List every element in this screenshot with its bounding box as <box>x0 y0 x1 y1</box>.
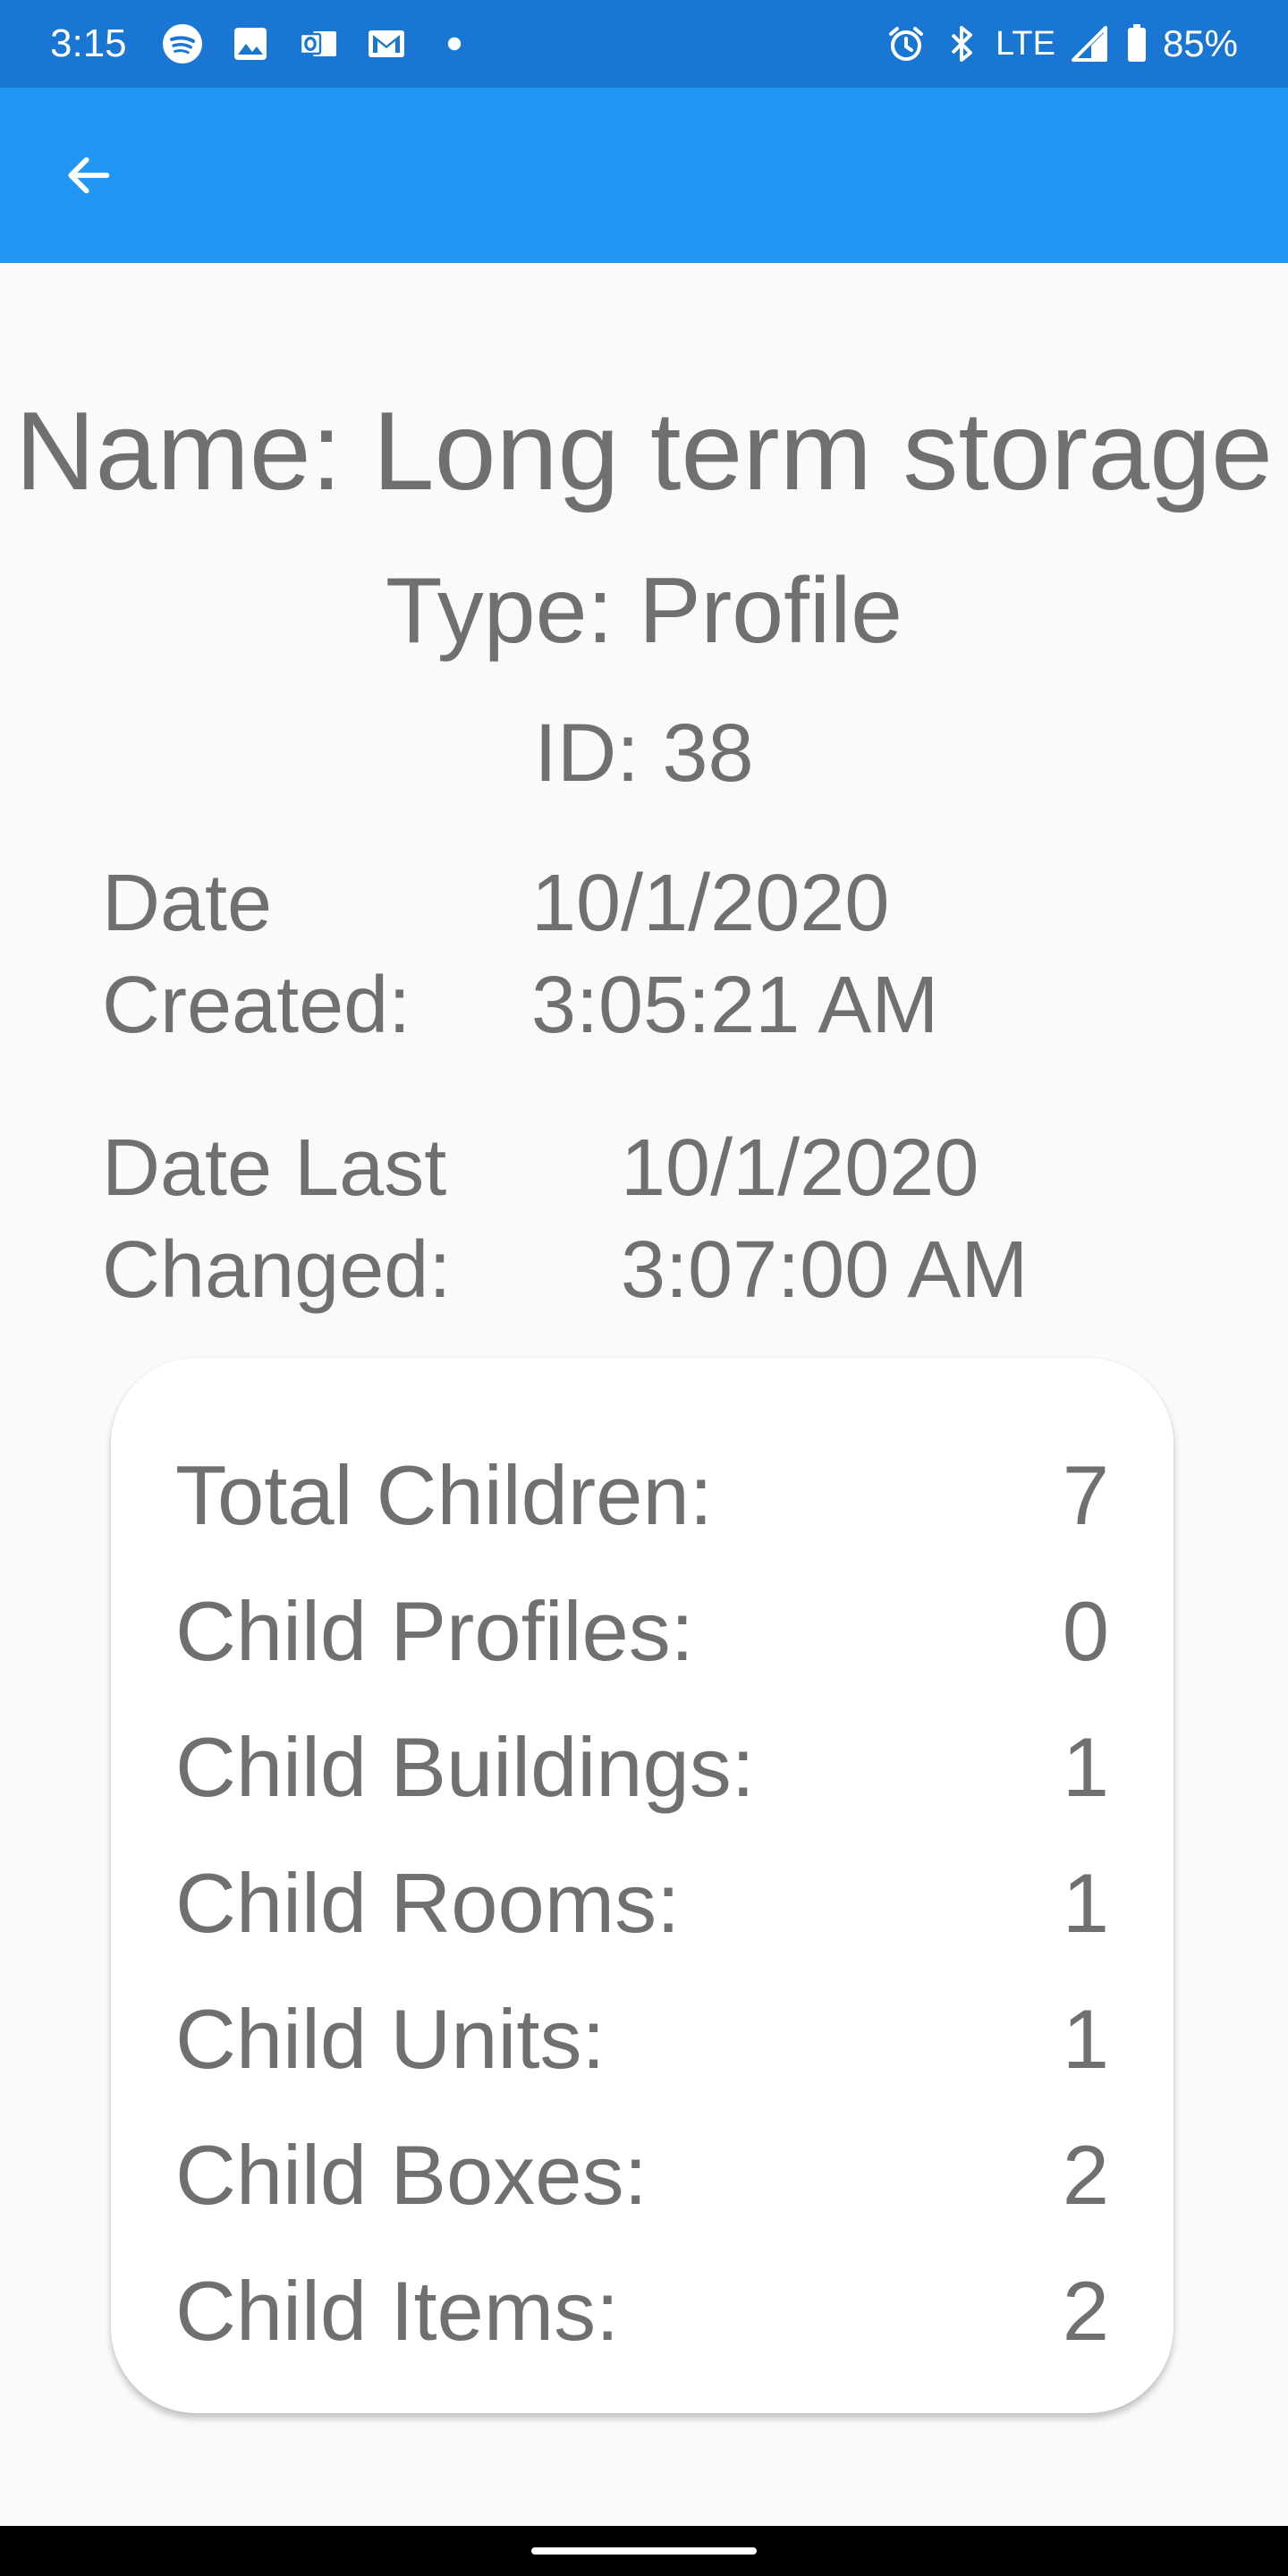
stat-value: 7 <box>1062 1448 1109 1542</box>
app-bar <box>0 88 1288 263</box>
stat-row-child-profiles: Child Profiles: 0 <box>175 1569 1109 1694</box>
stat-value: 1 <box>1062 1720 1109 1814</box>
back-button[interactable] <box>47 134 129 216</box>
notification-dot-icon <box>433 22 476 65</box>
system-navigation-bar <box>0 2526 1288 2576</box>
bluetooth-icon <box>940 22 983 65</box>
stat-label: Child Boxes: <box>175 2128 648 2222</box>
stat-label: Child Buildings: <box>175 1720 755 1814</box>
stat-row-child-rooms: Child Rooms: 1 <box>175 1841 1109 1966</box>
alarm-icon <box>885 22 928 65</box>
gallery-icon <box>229 22 272 65</box>
stat-label: Total Children: <box>175 1448 713 1542</box>
date-changed-label-line1: Date Last <box>102 1123 447 1213</box>
date-changed-value-line1: 10/1/2020 <box>621 1123 979 1213</box>
stat-value: 0 <box>1062 1584 1109 1678</box>
status-system-icons: LTE 85% <box>885 20 1238 68</box>
record-name: Name: Long term storage <box>14 390 1274 513</box>
battery-icon <box>1123 22 1150 65</box>
arrow-left-icon <box>68 157 110 194</box>
status-notification-icons <box>161 20 476 68</box>
date-changed-label-line2: Changed: <box>102 1225 452 1315</box>
stat-value: 2 <box>1062 2264 1109 2358</box>
outlook-icon <box>297 22 340 65</box>
date-created-label-line1: Date <box>102 859 273 948</box>
cell-signal-icon <box>1068 22 1111 65</box>
status-time: 3:15 <box>50 21 127 65</box>
stat-label: Child Items: <box>175 2264 620 2358</box>
stat-row-child-units: Child Units: 1 <box>175 1977 1109 2102</box>
record-id: ID: 38 <box>534 708 754 799</box>
stat-value: 2 <box>1062 2128 1109 2222</box>
stat-value: 1 <box>1062 1856 1109 1950</box>
children-stats-card: Total Children: 7 Child Profiles: 0 Chil… <box>111 1358 1174 2413</box>
network-type: LTE <box>996 24 1055 63</box>
date-created-value-line2: 3:05:21 AM <box>531 961 939 1050</box>
stat-row-child-buildings: Child Buildings: 1 <box>175 1705 1109 1830</box>
stat-value: 1 <box>1062 1992 1109 2086</box>
gmail-icon <box>365 22 408 65</box>
battery-percent: 85% <box>1162 22 1238 64</box>
stat-label: Child Rooms: <box>175 1856 681 1950</box>
record-type: Type: Profile <box>385 559 903 663</box>
status-bar: 3:15 LTE 85% <box>0 0 1288 88</box>
date-created-value-line1: 10/1/2020 <box>531 859 890 948</box>
date-changed-value-line2: 3:07:00 AM <box>621 1225 1029 1315</box>
stat-label: Child Units: <box>175 1992 606 2086</box>
date-created-label-line2: Created: <box>102 961 411 1050</box>
stat-row-total-children: Total Children: 7 <box>175 1433 1109 1558</box>
stat-label: Child Profiles: <box>175 1584 694 1678</box>
spotify-icon <box>161 22 204 65</box>
home-gesture-handle[interactable] <box>531 2547 757 2555</box>
stat-row-child-items: Child Items: 2 <box>175 2249 1109 2374</box>
stat-row-child-boxes: Child Boxes: 2 <box>175 2113 1109 2238</box>
